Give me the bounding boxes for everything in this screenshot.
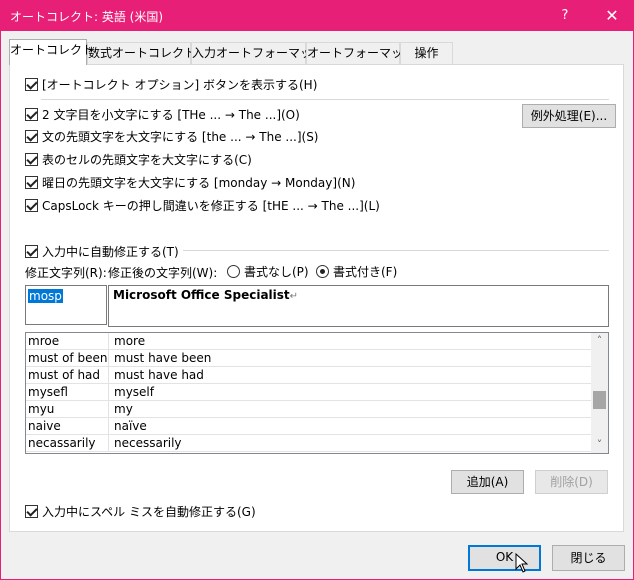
list-item[interactable]: mysefl myself (26, 384, 592, 401)
show-buttons-label: [オートコレクト オプション] ボタンを表示する(H) (42, 78, 318, 92)
plain-text-option[interactable]: 書式なし(P) (227, 263, 309, 280)
close-window-button[interactable]: ✕ (592, 0, 632, 31)
spell-checker-checkbox[interactable] (25, 505, 38, 518)
entry-replace: must of had (28, 368, 101, 382)
mouse-cursor-icon (515, 553, 529, 573)
capitalize-days-checkbox[interactable] (25, 176, 38, 189)
plain-text-label: 書式なし(P) (244, 265, 309, 279)
scroll-down-icon[interactable]: ˅ (591, 437, 608, 453)
capitalize-table-cell-checkbox[interactable] (25, 153, 38, 166)
list-item[interactable]: must of been must have been (26, 350, 592, 367)
plain-text-radio[interactable] (227, 265, 240, 278)
capitalize-table-cell-option[interactable]: 表のセルの先頭文字を大文字にする(C) (25, 151, 252, 168)
column-divider (108, 367, 109, 384)
show-autocorrect-buttons-option[interactable]: [オートコレクト オプション] ボタンを表示する(H) (25, 76, 317, 93)
paragraph-mark: ↵ (289, 291, 299, 302)
column-divider (108, 384, 109, 401)
entry-with: naïve (114, 419, 147, 433)
formatted-text-option[interactable]: 書式付き(F) (316, 263, 397, 280)
scroll-up-icon[interactable]: ˄ (591, 333, 608, 349)
tab-autocorrect[interactable]: オートコレクト (9, 39, 94, 65)
ok-button[interactable]: OK (468, 545, 541, 571)
two-initial-caps-option[interactable]: 2 文字目を小文字にする [THe ... → The ...](O) (25, 106, 300, 123)
capitalize-sentence-option[interactable]: 文の先頭文字を大文字にする [the ... → The ...](S) (25, 128, 319, 145)
list-scrollbar[interactable]: ˄ ˅ (591, 333, 608, 453)
entry-with: my (114, 402, 133, 416)
list-item[interactable]: mroe more (26, 333, 592, 350)
window-border-left (0, 31, 1, 580)
entry-replace: myu (28, 402, 55, 416)
show-buttons-checkbox[interactable] (25, 78, 38, 91)
entry-replace: mysefl (28, 385, 68, 399)
tab-math-autocorrect[interactable]: 数式オートコレクト (87, 42, 196, 64)
title-bar: オートコレクト: 英語 (米国) ? ✕ (0, 0, 634, 31)
exceptions-button[interactable]: 例外処理(E)... (522, 104, 616, 128)
column-divider (108, 418, 109, 435)
two-initial-caps-label: 2 文字目を小文字にする [THe ... → The ...](O) (42, 108, 300, 122)
column-divider (108, 333, 109, 350)
capitalize-table-cell-label: 表のセルの先頭文字を大文字にする(C) (42, 153, 252, 167)
close-button[interactable]: 閉じる (552, 545, 625, 571)
replace-as-you-type-option[interactable]: 入力中に自動修正する(T) (25, 243, 183, 260)
entry-with: more (114, 334, 146, 348)
capitalize-sentence-label: 文の先頭文字を大文字にする [the ... → The ...](S) (42, 130, 319, 144)
entry-replace: must of been (28, 351, 108, 365)
autocorrect-entries-list[interactable]: mroe more must of been must have been must… (25, 332, 609, 454)
column-divider (108, 350, 109, 367)
delete-button[interactable]: 削除(D) (535, 470, 608, 494)
capitalize-days-option[interactable]: 曜日の先頭文字を大文字にする [monday → Monday](N) (25, 174, 355, 191)
list-item[interactable]: naive naïve (26, 418, 592, 435)
tab-autoformat[interactable]: オートフォーマット (306, 42, 415, 64)
entry-with: must have had (114, 368, 204, 382)
spell-checker-label: 入力中にスペル ミスを自動修正する(G) (42, 505, 256, 519)
caps-lock-label: CapsLock キーの押し間違いを修正する [tHE ... → The ..… (42, 199, 380, 213)
caps-lock-option[interactable]: CapsLock キーの押し間違いを修正する [tHE ... → The ..… (25, 197, 380, 214)
list-item[interactable]: myu my (26, 401, 592, 418)
entry-replace: naive (28, 419, 61, 433)
column-divider (108, 401, 109, 418)
entry-replace: mroe (28, 334, 60, 348)
caps-lock-checkbox[interactable] (25, 199, 38, 212)
entry-with: myself (114, 385, 154, 399)
tab-autoformat-as-you-type[interactable]: 入力オートフォーマット (191, 42, 324, 64)
entry-with: necessarily (114, 436, 182, 450)
formatted-text-label: 書式付き(F) (333, 265, 398, 279)
entry-replace: necassarily (28, 436, 96, 450)
formatted-text-radio[interactable] (316, 265, 329, 278)
list-item[interactable]: necassarily necessarily (26, 435, 592, 452)
with-input-value: Microsoft Office Specialist (113, 288, 290, 302)
scroll-thumb[interactable] (593, 391, 606, 409)
entry-with: must have been (114, 351, 212, 365)
replace-input[interactable]: mosp (25, 285, 107, 325)
with-label: 修正後の文字列(W): (108, 266, 218, 280)
capitalize-sentence-checkbox[interactable] (25, 130, 38, 143)
window-title: オートコレクト: 英語 (米国) (10, 10, 164, 24)
replace-as-you-type-label: 入力中に自動修正する(T) (42, 245, 179, 259)
replace-input-value: mosp (28, 289, 63, 303)
with-input[interactable]: Microsoft Office Specialist↵ (108, 285, 609, 327)
tab-actions[interactable]: 操作 (400, 42, 453, 64)
spell-checker-option[interactable]: 入力中にスペル ミスを自動修正する(G) (25, 503, 256, 520)
two-initial-caps-checkbox[interactable] (25, 108, 38, 121)
help-button[interactable]: ? (548, 0, 582, 31)
capitalize-days-label: 曜日の先頭文字を大文字にする [monday → Monday](N) (42, 176, 356, 190)
replace-as-you-type-checkbox[interactable] (25, 245, 38, 258)
list-item[interactable]: must of had must have had (26, 367, 592, 384)
column-divider (108, 435, 109, 452)
replace-label: 修正文字列(R): (25, 266, 107, 280)
add-button[interactable]: 追加(A) (451, 470, 524, 494)
divider (41, 99, 609, 100)
